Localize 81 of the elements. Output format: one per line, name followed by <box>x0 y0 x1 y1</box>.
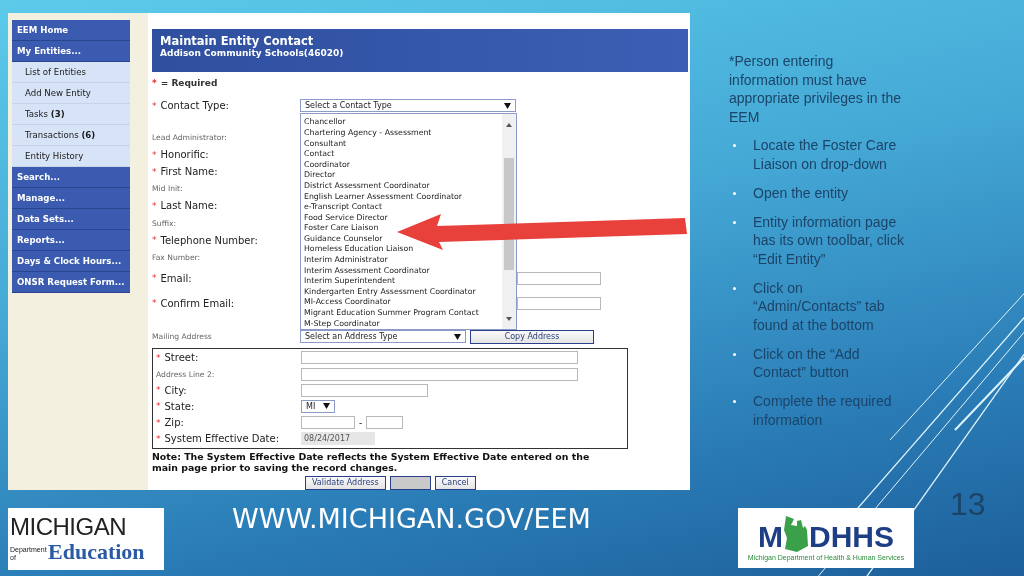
zip-field[interactable] <box>301 416 355 430</box>
nav-item[interactable]: Entity History <box>12 146 130 167</box>
bullet-icon <box>733 220 736 224</box>
text-field[interactable] <box>301 367 578 381</box>
field-label: Zip: <box>164 417 184 429</box>
nav-item[interactable]: Transactions (6) <box>12 125 130 146</box>
email-field[interactable] <box>517 296 601 310</box>
required-mark: * <box>152 77 157 88</box>
intro-text: *Person entering information must have appropriate privileges in the EEM <box>729 52 902 126</box>
field-label: Contact Type: <box>160 100 229 112</box>
form-button[interactable]: Cancel <box>434 475 476 490</box>
step-text: Click on the “Add Contact” button <box>753 344 861 382</box>
nav-item[interactable]: Add New Entity <box>12 83 130 104</box>
page-title: Maintain Entity Contact <box>160 34 315 48</box>
required-mark: * <box>152 200 157 211</box>
nav-item[interactable]: My Entities... <box>12 41 130 62</box>
field-label: Confirm Email: <box>160 297 235 309</box>
field-label: First Name: <box>160 166 218 178</box>
zip-extension-field[interactable] <box>366 416 404 430</box>
required-mark: * <box>156 433 161 444</box>
date-field: 08/24/2017 <box>301 432 375 446</box>
step-text: Open the entity <box>753 183 849 202</box>
nav-item[interactable]: Manage... <box>12 188 130 209</box>
field-label: Email: <box>160 272 192 284</box>
state-select[interactable]: MI <box>301 399 335 413</box>
required-legend: = Required <box>160 77 218 88</box>
step-text: Locate the Foster Care Liaison on drop-down <box>753 136 898 173</box>
bullet-icon <box>733 144 736 147</box>
step-text: Click on “Admin/Contacts” tab found at the bottom <box>753 278 886 334</box>
field-label: Last Name: <box>160 200 218 212</box>
copy-address-button[interactable]: Copy Address <box>470 329 594 344</box>
address-type-select[interactable]: Select an Address Type <box>300 330 466 344</box>
required-mark: * <box>152 298 157 309</box>
required-mark: * <box>152 235 157 246</box>
bullet-icon <box>733 400 736 403</box>
form-button[interactable]: Validate Address <box>305 475 386 490</box>
nav-item[interactable]: List of Entities <box>12 62 130 83</box>
caret-icon <box>454 333 461 340</box>
field-label: Telephone Number: <box>160 234 258 246</box>
logo-text: DHHS <box>809 521 894 552</box>
blank-button[interactable] <box>389 475 431 490</box>
nav-item[interactable]: Reports... <box>12 230 130 251</box>
caret-icon <box>323 403 330 410</box>
nav-item[interactable]: EEM Home <box>12 20 130 41</box>
website-url: WWW.MICHIGAN.GOV/EEM <box>232 503 592 534</box>
email-field[interactable] <box>517 271 601 285</box>
entity-name: Addison Community Schools(46020) <box>160 48 345 58</box>
bullet-icon <box>733 191 736 195</box>
text-field[interactable] <box>301 351 578 365</box>
required-mark: * <box>156 417 161 428</box>
logo-text: MICHIGAN <box>10 514 127 540</box>
nav-item[interactable]: Data Sets... <box>12 209 130 230</box>
field-label: Honorific: <box>160 149 209 161</box>
field-label: City: <box>164 384 187 396</box>
nav-item[interactable]: Days & Clock Hours... <box>12 251 130 272</box>
required-mark: * <box>152 166 157 177</box>
required-mark: * <box>152 273 157 284</box>
text-field[interactable] <box>301 383 428 397</box>
required-mark: * <box>156 401 161 412</box>
bullet-icon <box>733 286 736 290</box>
logo-text: Education <box>48 540 145 564</box>
required-mark: * <box>156 352 161 363</box>
nav-item[interactable]: Tasks (3) <box>12 104 130 125</box>
field-label: State: <box>164 400 195 412</box>
nav-item[interactable]: Search... <box>12 167 130 188</box>
field-label: System Effective Date: <box>164 433 280 445</box>
required-mark: * <box>152 100 157 111</box>
step-text: Complete the required information <box>753 392 893 429</box>
bullet-icon <box>733 352 736 356</box>
step-text: Entity information page has its own toolbar, click “Edit Entity” <box>753 212 905 268</box>
logo-text: M <box>758 521 783 552</box>
mitten-icon <box>783 515 809 552</box>
required-mark: * <box>152 149 157 160</box>
field-label: Street: <box>164 352 199 364</box>
page-number: 13 <box>950 486 986 522</box>
note-text: Note: The System Effective Date reflects the System Effective Date entered on the main page prior to saving the record changes. <box>152 450 591 474</box>
caret-icon <box>504 102 511 109</box>
nav-item[interactable]: ONSR Request Form... <box>12 272 130 293</box>
scrollbar-drawing[interactable] <box>502 114 516 330</box>
zip-separator: - <box>359 417 363 428</box>
required-mark: * <box>156 385 161 396</box>
